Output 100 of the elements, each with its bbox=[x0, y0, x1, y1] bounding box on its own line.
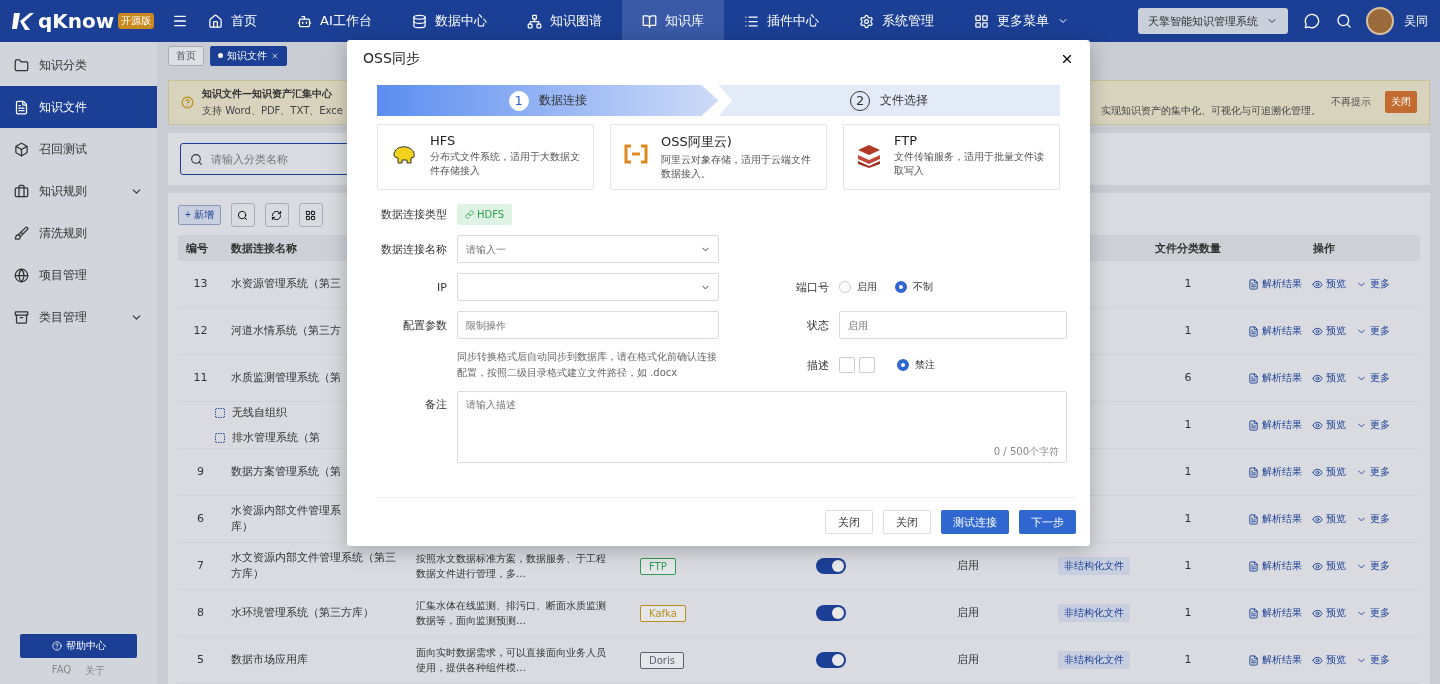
toggle-switch[interactable] bbox=[816, 558, 846, 574]
tree-item[interactable]: 排水管理系统（第 bbox=[214, 430, 320, 445]
avatar[interactable] bbox=[1366, 7, 1394, 35]
sidebar-item[interactable]: 知识分类 bbox=[0, 44, 157, 86]
grid-icon bbox=[973, 13, 989, 29]
source-card[interactable]: HFS 分布式文件系统，适用于大数据文件存储接入 bbox=[377, 124, 594, 190]
step-tab[interactable]: 1 数据连接 bbox=[377, 85, 719, 116]
checkbox[interactable] bbox=[859, 357, 875, 373]
logo-text: qKnow bbox=[38, 9, 115, 33]
action-link[interactable]: 更多 bbox=[1356, 371, 1390, 385]
toggle-switch[interactable] bbox=[816, 605, 846, 621]
action-link[interactable]: 解析结果 bbox=[1248, 606, 1302, 620]
table-cell-text: 水环境管理系统（第三方库） bbox=[230, 604, 375, 621]
step-tab[interactable]: 2 文件选择 bbox=[718, 85, 1060, 116]
action-link[interactable]: 预览 bbox=[1312, 465, 1346, 479]
action-link[interactable]: 解析结果 bbox=[1248, 653, 1302, 667]
action-link[interactable]: 解析结果 bbox=[1248, 512, 1302, 526]
nav-item[interactable]: 插件中心 bbox=[723, 0, 839, 42]
config-field[interactable]: 限制操作 bbox=[457, 311, 719, 339]
action-link[interactable]: 更多 bbox=[1356, 465, 1390, 479]
sidebar-item[interactable]: 知识文件 bbox=[0, 86, 157, 128]
table-cell-text: 按照水文数据标准方案，数据服务、于工程数据文件进行管理，多… bbox=[415, 552, 607, 581]
action-link[interactable]: 解析结果 bbox=[1248, 324, 1302, 338]
search-button[interactable] bbox=[230, 203, 255, 227]
sidebar-item[interactable]: 类目管理 bbox=[0, 296, 157, 338]
action-link[interactable]: 预览 bbox=[1312, 653, 1346, 667]
dialog-button[interactable]: 下一步 bbox=[1019, 510, 1076, 534]
action-link[interactable]: 更多 bbox=[1356, 653, 1390, 667]
chat-icon[interactable] bbox=[1304, 13, 1320, 29]
action-link[interactable]: 更多 bbox=[1356, 512, 1390, 526]
action-link[interactable]: 更多 bbox=[1356, 418, 1390, 432]
table-cell-text: 水文资源内部文件管理系统（第三方库） bbox=[230, 549, 397, 582]
action-link[interactable]: 更多 bbox=[1356, 324, 1390, 338]
action-link[interactable]: 预览 bbox=[1312, 277, 1346, 291]
column-header: 文件分类数量 bbox=[1154, 240, 1222, 256]
file-icon bbox=[1248, 560, 1259, 572]
sidebar-item[interactable]: 召回测试 bbox=[0, 128, 157, 170]
action-link[interactable]: 解析结果 bbox=[1248, 277, 1302, 291]
nav-item[interactable]: 知识库 bbox=[621, 0, 724, 42]
add-button[interactable]: + 新增 bbox=[178, 205, 221, 225]
help-button[interactable]: 帮助中心 bbox=[20, 634, 137, 658]
action-link[interactable]: 预览 bbox=[1312, 324, 1346, 338]
page-tab[interactable]: 首页 bbox=[168, 46, 204, 66]
close-button[interactable]: 关闭 bbox=[1385, 91, 1417, 114]
dialog-button[interactable]: 关闭 bbox=[883, 510, 931, 534]
table-cell-text: 7 bbox=[196, 557, 205, 574]
sidebar-item[interactable]: 项目管理 bbox=[0, 254, 157, 296]
file-icon bbox=[14, 99, 29, 115]
file-type-tag: 非结构化文件 bbox=[1058, 557, 1130, 575]
grid-button[interactable] bbox=[298, 203, 323, 227]
nav-item[interactable]: 更多菜单 bbox=[953, 0, 1089, 42]
radio-option[interactable]: 不制 bbox=[895, 280, 933, 294]
file-icon bbox=[1248, 325, 1259, 337]
dialog-title: OSS同步 bbox=[363, 50, 420, 68]
eye-icon bbox=[1312, 372, 1323, 384]
dismiss-button[interactable]: 不再提示 bbox=[1325, 94, 1377, 111]
sidebar-item[interactable]: 知识规则 bbox=[0, 170, 157, 212]
nav-item[interactable]: 首页 bbox=[188, 0, 277, 42]
nav-item[interactable]: AI工作台 bbox=[277, 0, 392, 42]
checkbox[interactable] bbox=[839, 357, 855, 373]
logo-icon bbox=[12, 11, 34, 31]
nav-item[interactable]: 系统管理 bbox=[838, 0, 954, 42]
radio-option[interactable]: 启用 bbox=[839, 280, 877, 294]
field-label: 端口号 bbox=[796, 279, 830, 295]
radio-option[interactable]: 禁注 bbox=[897, 358, 935, 372]
action-link[interactable]: 更多 bbox=[1356, 559, 1390, 573]
action-link[interactable]: 预览 bbox=[1312, 418, 1346, 432]
page-tab[interactable]: 知识文件 bbox=[210, 46, 287, 66]
action-link[interactable]: 解析结果 bbox=[1248, 371, 1302, 385]
refresh-button[interactable] bbox=[264, 203, 289, 227]
action-link[interactable]: 预览 bbox=[1312, 512, 1346, 526]
status-field[interactable]: 启用 bbox=[839, 311, 1067, 339]
system-select[interactable]: 天擎智能知识管理系统 bbox=[1138, 8, 1288, 34]
eye-icon bbox=[1312, 278, 1323, 290]
action-link[interactable]: 解析结果 bbox=[1248, 559, 1302, 573]
table-cell-text: 水资源管理系统（第三 bbox=[230, 275, 342, 292]
dialog-button[interactable]: 关闭 bbox=[825, 510, 873, 534]
source-card[interactable]: OSS阿里云) 阿里云对象存储，适用于云端文件数据接入。 bbox=[610, 124, 827, 190]
close-button[interactable] bbox=[1060, 52, 1074, 66]
action-link[interactable]: 更多 bbox=[1356, 606, 1390, 620]
table-cell: 水资源内部文件管理系 bbox=[231, 502, 341, 519]
source-card[interactable]: FTP 文件传输服务，适用于批量文件读取写入 bbox=[843, 124, 1060, 190]
action-link[interactable]: 预览 bbox=[1312, 606, 1346, 620]
action-link[interactable]: 解析结果 bbox=[1248, 465, 1302, 479]
sidebar-item[interactable]: 清洗规则 bbox=[0, 212, 157, 254]
action-link[interactable]: 更多 bbox=[1356, 277, 1390, 291]
menu-icon[interactable] bbox=[172, 13, 188, 29]
action-link[interactable]: 预览 bbox=[1312, 559, 1346, 573]
tree-item[interactable]: 无线自组织 bbox=[214, 405, 287, 420]
search-icon[interactable] bbox=[1336, 13, 1352, 29]
nav-item[interactable]: 数据中心 bbox=[391, 0, 507, 42]
file-icon bbox=[1248, 466, 1259, 478]
name-select[interactable]: 请输入一 bbox=[457, 235, 719, 263]
nav-item[interactable]: 知识图谱 bbox=[506, 0, 622, 42]
globe-icon bbox=[14, 267, 29, 283]
robot-icon bbox=[297, 13, 312, 29]
action-link[interactable]: 解析结果 bbox=[1248, 418, 1302, 432]
action-link[interactable]: 预览 bbox=[1312, 371, 1346, 385]
dialog-button[interactable]: 测试连接 bbox=[941, 510, 1009, 534]
toggle-switch[interactable] bbox=[816, 652, 846, 668]
